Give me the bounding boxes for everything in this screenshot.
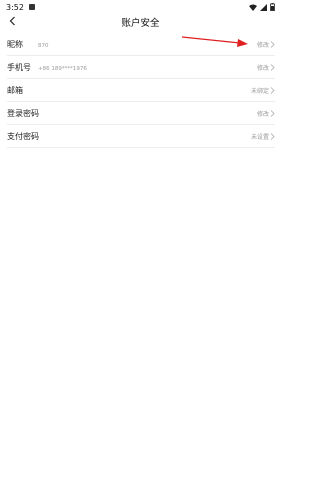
row-email[interactable]: 邮箱 未绑定 [7,79,275,102]
row-phone[interactable]: 手机号 +86 189****1976 修改 [7,56,275,79]
chevron-right-icon [270,40,275,48]
row-right: 未设置 [251,132,275,141]
row-login-password[interactable]: 登录密码 修改 [7,102,275,125]
status-right [249,3,275,11]
chevron-right-icon [270,86,275,94]
row-action: 修改 [256,110,269,118]
status-time: 3:52 [6,2,24,12]
row-right: 修改 [257,40,275,49]
row-left: 登录密码 [7,108,39,119]
row-value: 870 [38,42,49,49]
row-nickname[interactable]: 昵称 870 修改 [7,33,275,56]
row-right: 修改 [257,63,275,72]
battery-icon [270,3,275,11]
page-header: 账户安全 [0,13,281,30]
row-label: 昵称 [7,39,23,49]
row-left: 昵称 870 [7,39,49,50]
chevron-right-icon [270,109,275,117]
page-title: 账户安全 [121,17,160,29]
signal-icon [260,3,267,11]
status-left: 3:52 [6,3,35,12]
row-action: 修改 [256,41,269,49]
wifi-icon [249,4,257,11]
row-label: 支付密码 [7,131,39,141]
row-action: 修改 [256,64,269,72]
row-payment-password[interactable]: 支付密码 未设置 [7,125,275,148]
chevron-right-icon [270,132,275,140]
row-right: 未绑定 [251,86,275,95]
row-label: 登录密码 [7,108,39,118]
row-left: 支付密码 [7,131,39,142]
row-action: 未绑定 [250,87,269,95]
row-action: 未设置 [250,133,269,141]
row-left: 邮箱 [7,85,38,96]
chevron-left-icon [9,16,15,26]
row-label: 手机号 [7,62,31,72]
status-bar: 3:52 [0,0,281,14]
row-left: 手机号 +86 189****1976 [7,62,87,73]
back-button[interactable] [6,14,18,28]
row-value: +86 189****1976 [38,65,87,72]
row-right: 修改 [257,109,275,118]
chevron-right-icon [270,63,275,71]
account-security-list: 昵称 870 修改 手机号 +86 189****1976 修改 邮箱 未绑定 [0,33,281,148]
row-label: 邮箱 [7,85,23,95]
notification-app-icon [28,4,35,10]
